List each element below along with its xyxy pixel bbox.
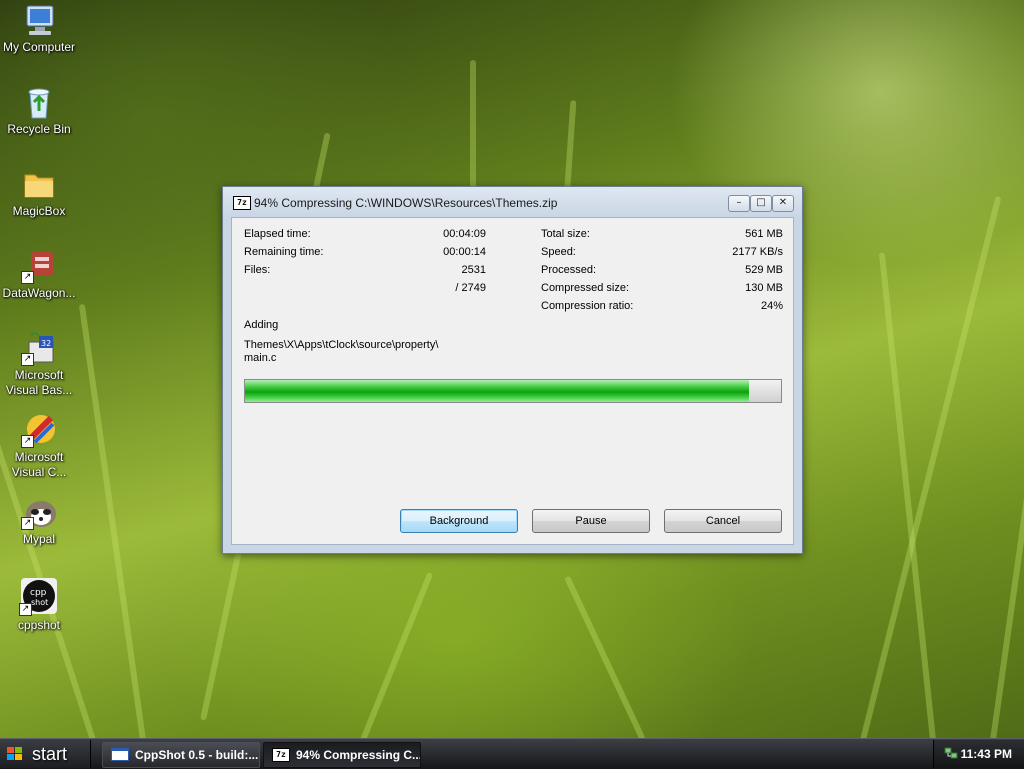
visual-basic-icon: 32 ↗ [21,330,57,366]
close-button[interactable]: ✕ [772,195,794,212]
processed-value: 529 MB [745,264,783,276]
desktop-icon-label: My Computer [2,40,76,54]
progress-bar [244,379,782,403]
shortcut-arrow-icon: ↗ [21,435,34,448]
folder-icon [21,166,57,202]
status-text: Adding [244,319,279,331]
taskbar-item-label: CppShot 0.5 - build:... [135,748,259,762]
dialog-client-area: Elapsed time: 00:04:09 Remaining time: 0… [231,217,794,545]
speed-value: 2177 KB/s [732,246,783,258]
desktop-icon-label: DataWagon... [2,286,76,300]
compression-ratio-value: 24% [760,300,783,312]
compression-ratio-label: Compression ratio: [541,300,634,312]
compressed-size-value: 130 MB [745,282,783,294]
current-file-name: main.c [244,352,277,364]
processed-label: Processed: [541,264,597,276]
svg-text:cpp: cpp [30,588,47,598]
desktop-icon-label: Mypal [22,532,55,546]
shortcut-arrow-icon: ↗ [19,603,32,616]
7zip-icon: 7z [272,747,290,762]
taskbar: start CppShot 0.5 - build:... 7z 94% Comp… [0,738,1024,769]
desktop-icon-visual-basic[interactable]: 32 ↗ Microsoft Visual Bas... [0,330,78,398]
elapsed-time-value: 00:04:09 [443,228,486,240]
shortcut-arrow-icon: ↗ [21,517,34,530]
compressed-size-label: Compressed size: [541,282,630,294]
network-icon[interactable] [944,746,958,760]
desktop-icon-datawagon[interactable]: ↗ DataWagon... [0,248,78,301]
datawagon-icon: ↗ [21,248,57,284]
files-value: 2531 [461,264,486,276]
computer-icon [21,2,57,38]
desktop-icon-visual-c[interactable]: ↗ Microsoft Visual C... [0,412,78,480]
cppshot-icon: cpp shot ↗ [19,576,59,616]
desktop-icon-my-computer[interactable]: My Computer [0,2,78,55]
desktop-icon-label: Microsoft Visual C... [11,450,67,479]
recycle-bin-icon [21,84,57,120]
7zip-icon: 7z [233,196,251,210]
desktop-icon-label: MagicBox [12,204,66,218]
compress-progress-dialog: 7z 94% Compressing C:\WINDOWS\Resources\… [222,186,803,554]
progress-bar-fill [245,380,749,402]
background-button[interactable]: Background [400,509,518,533]
system-tray: 11:43 PM [933,740,1024,768]
shortcut-arrow-icon: ↗ [21,353,34,366]
desktop-icon-label: Recycle Bin [7,122,71,136]
minimize-button[interactable]: – [728,195,750,212]
svg-text:32: 32 [41,339,51,348]
files-total-value: / 2749 [455,282,486,294]
desktop-icon-magicbox[interactable]: MagicBox [0,166,78,219]
dialog-title: 94% Compressing C:\WINDOWS\Resources\The… [254,196,558,210]
elapsed-time-label: Elapsed time: [244,228,311,240]
window-icon [111,748,129,762]
remaining-time-value: 00:00:14 [443,246,486,258]
current-file-path: Themes\X\Apps\tClock\source\property\ [244,339,439,351]
dialog-titlebar[interactable]: 7z 94% Compressing C:\WINDOWS\Resources\… [223,187,802,217]
start-button[interactable]: start [0,740,91,768]
taskbar-item-label: 94% Compressing C... [296,748,421,762]
svg-text:shot: shot [31,598,48,607]
desktop-icon-label: Microsoft Visual Bas... [5,368,73,397]
taskbar-item-7zip-progress[interactable]: 7z 94% Compressing C... [263,742,421,768]
remaining-time-label: Remaining time: [244,246,324,258]
cancel-button[interactable]: Cancel [664,509,782,533]
pause-button[interactable]: Pause [532,509,650,533]
maximize-button[interactable]: □ [750,195,772,212]
desktop-icon-label: cppshot [17,618,61,632]
total-size-label: Total size: [541,228,590,240]
speed-label: Speed: [541,246,576,258]
desktop-icon-cppshot[interactable]: cpp shot ↗ cppshot [0,576,78,633]
desktop-icon-recycle-bin[interactable]: Recycle Bin [0,84,78,137]
clock[interactable]: 11:43 PM [961,747,1012,761]
total-size-value: 561 MB [745,228,783,240]
taskbar-item-cppshot[interactable]: CppShot 0.5 - build:... [102,742,260,768]
mypal-icon: ↗ [21,494,57,530]
visual-c-icon: ↗ [21,412,57,448]
desktop-icon-mypal[interactable]: ↗ Mypal [0,494,78,547]
windows-flag-icon [7,747,23,761]
start-label: start [32,744,68,764]
shortcut-arrow-icon: ↗ [21,271,34,284]
files-label: Files: [244,264,271,276]
